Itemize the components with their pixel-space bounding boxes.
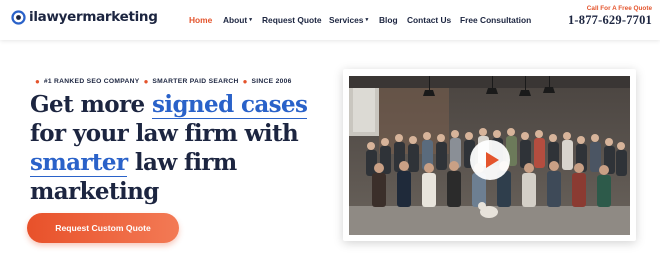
hero-badges: ● #1 RANKED SEO COMPANY ● SMARTER PAID S… [35, 77, 292, 86]
nav-blog-label: Blog [379, 15, 398, 25]
badge-dot: ● [143, 77, 149, 86]
nav-home-label: Home [189, 15, 213, 25]
nav-about[interactable]: About ▾ [223, 15, 252, 25]
logo[interactable]: ilawyermarketing [11, 9, 158, 25]
video-card [343, 69, 636, 241]
logo-icon [11, 9, 26, 25]
headline-text: Get more [30, 91, 152, 118]
chevron-down-icon: ▾ [365, 17, 369, 23]
nav-free-consultation-label: Free Consultation [460, 15, 532, 25]
nav-blog[interactable]: Blog [379, 15, 398, 25]
site-header: ilawyermarketing Home About ▾ Request Quo… [0, 0, 660, 40]
logo-text: ilawyermarketing [29, 9, 158, 25]
call-label: Call For A Free Quote [586, 5, 652, 12]
nav-contact-us-label: Contact Us [407, 15, 452, 25]
headline-highlight: signed cases [151, 91, 308, 119]
request-custom-quote-button[interactable]: Request Custom Quote [27, 213, 179, 243]
badge-seo: #1 RANKED SEO COMPANY [43, 78, 140, 85]
headline-highlight: smarter [30, 149, 128, 177]
play-icon [486, 152, 499, 168]
nav-contact-us[interactable]: Contact Us [407, 15, 451, 25]
badge-since: SINCE 2006 [251, 78, 292, 85]
headline-text: law firm [127, 149, 237, 176]
nav-request-quote-label: Request Quote [262, 15, 322, 25]
play-button[interactable] [470, 140, 510, 180]
nav-services[interactable]: Services ▾ [329, 15, 368, 25]
phone-link[interactable]: 1-877-629-7701 [568, 13, 652, 28]
hero-headline: Get more signed cases for your law firm … [30, 90, 350, 206]
chevron-down-icon: ▾ [249, 17, 252, 23]
badge-dot: ● [242, 77, 248, 86]
nav-request-quote[interactable]: Request Quote [262, 15, 322, 25]
team-photo-video[interactable] [349, 76, 630, 235]
nav-about-label: About [223, 15, 248, 25]
headline-text: for your law firm with [30, 120, 299, 147]
nav-services-label: Services [329, 15, 364, 25]
headline-text: marketing [30, 178, 159, 205]
nav-home[interactable]: Home [189, 15, 212, 25]
badge-paid-search: SMARTER PAID SEARCH [152, 78, 239, 85]
badge-dot: ● [35, 77, 40, 86]
header-call-cta: Call For A Free Quote 1-877-629-7701 [568, 5, 652, 28]
nav-free-consultation[interactable]: Free Consultation [460, 15, 531, 25]
